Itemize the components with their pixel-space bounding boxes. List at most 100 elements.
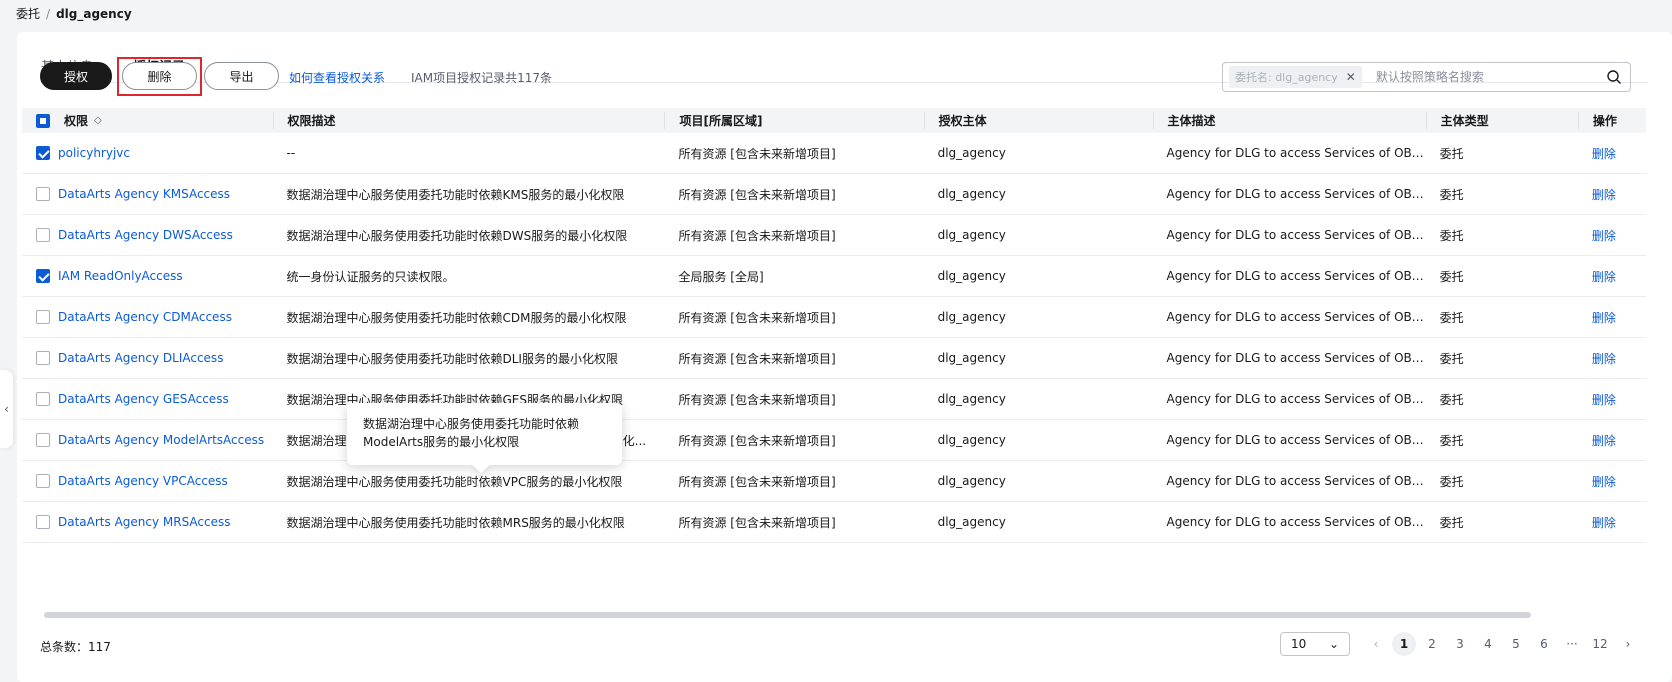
breadcrumb-parent[interactable]: 委托 — [16, 7, 40, 21]
delete-link[interactable]: 删除 — [1592, 311, 1616, 325]
principal-desc: Agency for DLG to access Services of OBS… — [1166, 146, 1426, 160]
permission-name[interactable]: policyhryjvc — [58, 146, 130, 160]
permission-name[interactable]: DataArts Agency GESAccess — [58, 392, 229, 406]
breadcrumb: 委托 / dlg_agency — [16, 5, 132, 22]
collapse-sidebar-handle[interactable]: ‹ — [0, 370, 13, 448]
principal: dlg_agency — [937, 146, 1006, 160]
permission-desc: 数据湖治理中心服务使用委托功能时依赖VPC服务的最小化权限 — [286, 474, 623, 489]
chevron-left-icon: ‹ — [4, 402, 9, 416]
row-checkbox[interactable] — [36, 515, 50, 530]
permission-name[interactable]: IAM ReadOnlyAccess — [58, 269, 183, 283]
principal: dlg_agency — [937, 433, 1006, 447]
select-all-checkbox[interactable] — [36, 113, 50, 128]
permission-desc: 数据湖治理中心服务使用委托功能时依赖MRS服务的最小化权限 — [286, 515, 625, 530]
next-page-icon[interactable]: › — [1616, 632, 1640, 656]
chevron-down-icon: ⌄ — [1328, 637, 1339, 651]
principal: dlg_agency — [937, 515, 1006, 529]
principal-desc: Agency for DLG to access Services of OBS… — [1166, 433, 1426, 447]
permission-name[interactable]: DataArts Agency CDMAccess — [58, 310, 232, 324]
permission-name[interactable]: DataArts Agency KMSAccess — [58, 187, 230, 201]
permission-name[interactable]: DataArts Agency ModelArtsAccess — [58, 433, 264, 447]
page-button[interactable]: 4 — [1476, 632, 1500, 656]
row-checkbox[interactable] — [36, 146, 50, 161]
header-principal-type: 主体类型 — [1425, 112, 1578, 129]
page-button[interactable]: 6 — [1532, 632, 1556, 656]
page-size-select[interactable]: 10 ⌄ — [1280, 632, 1350, 656]
principal-type: 委托 — [1439, 187, 1464, 202]
principal-type: 委托 — [1439, 351, 1464, 366]
breadcrumb-separator: / — [46, 7, 51, 21]
page-button[interactable]: 1 — [1392, 632, 1416, 656]
row-checkbox[interactable] — [36, 228, 50, 243]
row-checkbox[interactable] — [36, 269, 50, 284]
page-button[interactable]: 12 — [1588, 632, 1612, 656]
header-project: 项目[所属区域] — [664, 112, 923, 129]
principal: dlg_agency — [937, 269, 1006, 283]
delete-link[interactable]: 删除 — [1592, 352, 1616, 366]
table-row: DataArts Agency GESAccess 数据湖治理中心服务使用委托功能… — [22, 378, 1646, 420]
search-input[interactable] — [1373, 69, 1606, 85]
table-row: IAM ReadOnlyAccess 统一身份认证服务的只读权限。 全局服务 [全局… — [22, 255, 1646, 297]
page-button[interactable]: 3 — [1448, 632, 1472, 656]
delete-link[interactable]: 删除 — [1592, 229, 1616, 243]
principal-type: 委托 — [1439, 228, 1464, 243]
delete-link[interactable]: 删除 — [1592, 434, 1616, 448]
page-button[interactable]: 2 — [1420, 632, 1444, 656]
filter-tag-label: 委托名: dlg_agency — [1235, 71, 1338, 84]
project-region: 所有资源 [包含未来新增项目] — [678, 474, 836, 489]
delete-link[interactable]: 删除 — [1592, 393, 1616, 407]
tooltip-line-1: 数据湖治理中心服务使用委托功能时依赖 — [363, 417, 580, 431]
delete-link[interactable]: 删除 — [1592, 188, 1616, 202]
table-row: policyhryjvc -- 所有资源 [包含未来新增项目] dlg_agency A… — [22, 133, 1646, 174]
project-region: 所有资源 [包含未来新增项目] — [678, 187, 836, 202]
delete-link[interactable]: 删除 — [1592, 147, 1616, 161]
permission-name[interactable]: DataArts Agency DLIAccess — [58, 351, 223, 365]
export-button[interactable]: 导出 — [204, 62, 279, 90]
header-permission: 权限 — [64, 114, 89, 128]
permission-name[interactable]: DataArts Agency VPCAccess — [58, 474, 228, 488]
row-checkbox[interactable] — [36, 187, 50, 202]
table-row: DataArts Agency KMSAccess 数据湖治理中心服务使用委托功能… — [22, 173, 1646, 215]
row-checkbox[interactable] — [36, 474, 50, 489]
permission-desc: -- — [286, 146, 296, 160]
permission-desc: 数据湖治理中心服务使用委托功能时依赖KMS服务的最小化权限 — [286, 187, 625, 202]
permission-name[interactable]: DataArts Agency MRSAccess — [58, 515, 231, 529]
prev-page-icon[interactable]: ‹ — [1364, 632, 1388, 656]
pagination: 10 ⌄ ‹ 1 2 3 4 5 6 ··· 12 › — [1280, 632, 1642, 656]
principal-desc: Agency for DLG to access Services of OBS… — [1166, 515, 1426, 529]
principal-desc: Agency for DLG to access Services of OBS… — [1166, 474, 1426, 488]
page-ellipsis: ··· — [1566, 637, 1578, 651]
row-checkbox[interactable] — [36, 433, 50, 448]
table-header-row: 权限 ◇ 权限描述 项目[所属区域] 授权主体 主体描述 主体类型 操作 — [22, 108, 1646, 133]
description-tooltip: 数据湖治理中心服务使用委托功能时依赖 ModelArts服务的最小化权限 — [347, 403, 622, 474]
header-permission-desc: 权限描述 — [272, 112, 665, 129]
highlight-box — [117, 57, 202, 96]
grant-button[interactable]: 授权 — [40, 62, 112, 90]
table-row: DataArts Agency MRSAccess 数据湖治理中心服务使用委托功能… — [22, 501, 1646, 543]
table-row: DataArts Agency CDMAccess 数据湖治理中心服务使用委托功能… — [22, 296, 1646, 338]
project-region: 所有资源 [包含未来新增项目] — [678, 433, 836, 448]
principal: dlg_agency — [937, 351, 1006, 365]
authorization-table: 权限 ◇ 权限描述 项目[所属区域] 授权主体 主体描述 主体类型 操作 poli… — [22, 108, 1646, 543]
project-region: 所有资源 [包含未来新增项目] — [678, 392, 836, 407]
help-link[interactable]: 如何查看授权关系 — [289, 69, 385, 86]
permission-name[interactable]: DataArts Agency DWSAccess — [58, 228, 233, 242]
row-checkbox[interactable] — [36, 351, 50, 366]
horizontal-scrollbar[interactable] — [44, 612, 1531, 618]
row-checkbox[interactable] — [36, 310, 50, 325]
search-box[interactable]: 委托名: dlg_agency ✕ — [1222, 62, 1631, 92]
project-region: 所有资源 [包含未来新增项目] — [678, 351, 836, 366]
page-list: 1 2 3 4 5 6 ··· 12 — [1390, 632, 1614, 656]
principal-desc: Agency for DLG to access Services of OBS… — [1166, 269, 1426, 283]
search-icon[interactable] — [1606, 69, 1622, 85]
delete-link[interactable]: 删除 — [1592, 270, 1616, 284]
principal: dlg_agency — [937, 392, 1006, 406]
principal-type: 委托 — [1439, 474, 1464, 489]
close-icon[interactable]: ✕ — [1346, 70, 1356, 84]
delete-link[interactable]: 删除 — [1592, 475, 1616, 489]
delete-link[interactable]: 删除 — [1592, 516, 1616, 530]
row-checkbox[interactable] — [36, 392, 50, 407]
sort-icon[interactable]: ◇ — [94, 115, 102, 126]
page-button[interactable]: 5 — [1504, 632, 1528, 656]
project-region: 所有资源 [包含未来新增项目] — [678, 228, 836, 243]
